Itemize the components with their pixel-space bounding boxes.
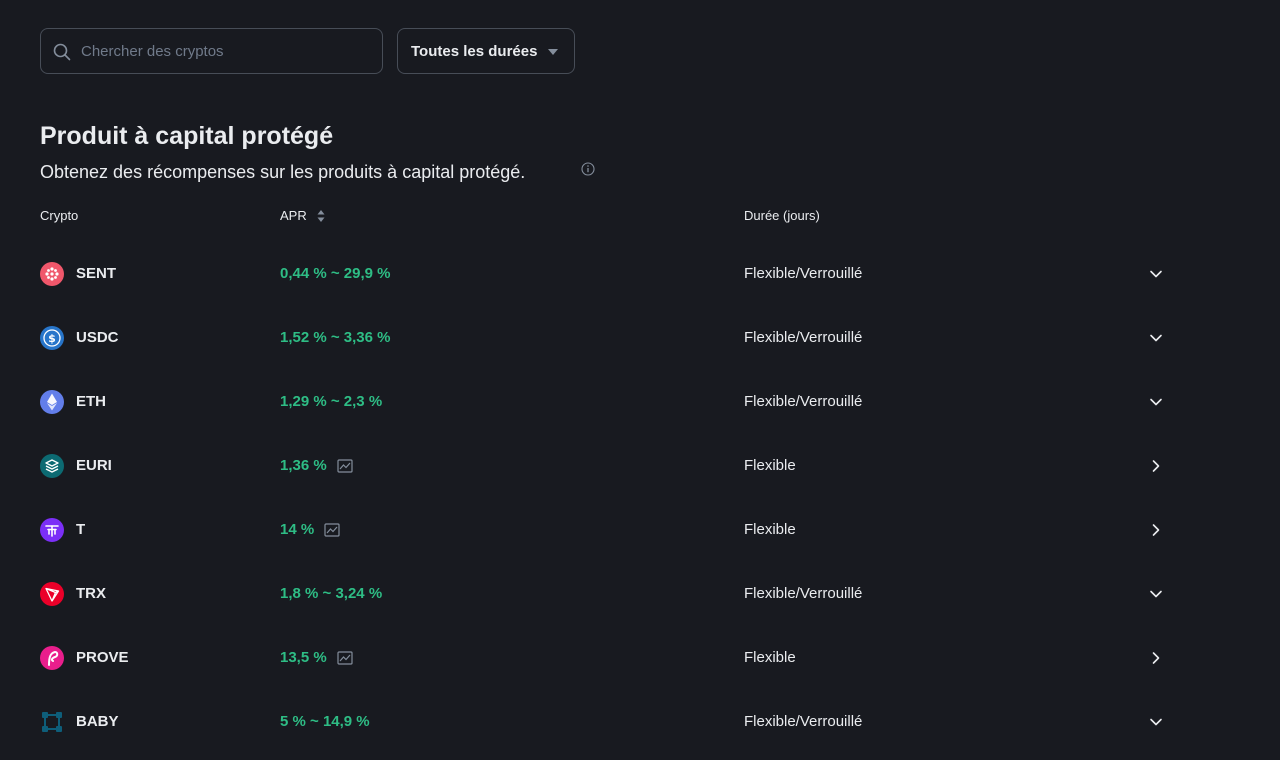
duration-value: Flexible <box>744 649 796 666</box>
table-row[interactable]: TRX 1,8 % ~ 3,24 % Flexible/Verrouillé <box>0 562 1280 626</box>
chart-icon[interactable] <box>324 523 340 537</box>
apr-value: 14 % <box>280 520 340 540</box>
chevron-right-icon[interactable] <box>1148 522 1164 538</box>
svg-text:$: $ <box>48 332 56 345</box>
search-icon <box>53 43 71 61</box>
apr-text: 13,5 % <box>280 649 327 666</box>
duration-filter-label: Toutes les durées <box>411 43 538 60</box>
apr-text: 1,29 % ~ 2,3 % <box>280 393 383 410</box>
table-row[interactable]: PROVE 13,5 % Flexible <box>0 626 1280 690</box>
crypto-symbol: T <box>76 521 86 538</box>
table-row[interactable]: BABY 5 % ~ 14,9 % Flexible/Verrouillé <box>0 690 1280 754</box>
apr-value: 0,44 % ~ 29,9 % <box>280 264 391 284</box>
duration-value: Flexible/Verrouillé <box>744 585 863 602</box>
crypto-symbol: ETH <box>76 393 106 410</box>
duration-value: Flexible/Verrouillé <box>744 265 863 282</box>
apr-value: 1,29 % ~ 2,3 % <box>280 392 382 412</box>
crypto-symbol: PROVE <box>76 649 129 666</box>
apr-value: 5 % ~ 14,9 % <box>280 712 370 732</box>
usdc-icon: $ <box>40 326 64 350</box>
euri-icon <box>40 454 64 478</box>
page-title: Produit à capital protégé <box>40 122 334 150</box>
earn-page: Toutes les durées Produit à capital prot… <box>0 0 1280 760</box>
crypto-symbol: EURI <box>76 457 112 474</box>
chart-icon[interactable] <box>337 459 353 473</box>
apr-text: 1,8 % ~ 3,24 % <box>280 585 383 602</box>
apr-value: 1,8 % ~ 3,24 % <box>280 584 382 604</box>
t-icon <box>40 518 64 542</box>
crypto-symbol: SENT <box>76 265 117 282</box>
apr-value: 1,36 % <box>280 456 353 476</box>
baby-icon <box>42 712 62 732</box>
duration-value: Flexible <box>744 521 796 538</box>
duration-value: Flexible/Verrouillé <box>744 393 863 410</box>
sent-icon <box>40 262 64 286</box>
crypto-symbol: USDC <box>76 329 119 346</box>
crypto-symbol: TRX <box>76 585 106 602</box>
sort-icon[interactable] <box>317 209 325 223</box>
chart-icon[interactable] <box>337 651 353 665</box>
chevron-down-icon[interactable] <box>1148 714 1164 730</box>
duration-value: Flexible/Verrouillé <box>744 329 863 346</box>
table-row[interactable]: ETH 1,29 % ~ 2,3 % Flexible/Verrouillé <box>0 370 1280 434</box>
crypto-symbol: BABY <box>76 713 119 730</box>
duration-filter-dropdown[interactable]: Toutes les durées <box>397 28 575 74</box>
chevron-right-icon[interactable] <box>1148 458 1164 474</box>
apr-text: 0,44 % ~ 29,9 % <box>280 265 391 282</box>
apr-text: 1,52 % ~ 3,36 % <box>280 329 391 346</box>
column-header-apr-label: APR <box>280 208 307 223</box>
prove-icon <box>40 646 64 670</box>
apr-value: 1,52 % ~ 3,36 % <box>280 328 391 348</box>
table-row[interactable]: $ USDC 1,52 % ~ 3,36 % Flexible/Verrouil… <box>0 306 1280 370</box>
chevron-down-icon[interactable] <box>1148 394 1164 410</box>
duration-value: Flexible/Verrouillé <box>744 713 863 730</box>
column-header-apr[interactable]: APR <box>280 208 325 224</box>
chevron-down-icon[interactable] <box>1148 330 1164 346</box>
apr-value: 13,5 % <box>280 648 353 668</box>
info-icon[interactable] <box>581 162 595 176</box>
apr-text: 14 % <box>280 521 315 538</box>
eth-icon <box>40 390 64 414</box>
column-header-crypto: Crypto <box>40 208 79 223</box>
chevron-down-icon[interactable] <box>1148 586 1164 602</box>
caret-down-icon <box>548 49 558 55</box>
table-row[interactable]: EURI 1,36 % Flexible <box>0 434 1280 498</box>
chevron-right-icon[interactable] <box>1148 650 1164 666</box>
chevron-down-icon[interactable] <box>1148 266 1164 282</box>
duration-value: Flexible <box>744 457 796 474</box>
search-box[interactable] <box>40 28 383 74</box>
table-row[interactable]: T 14 % Flexible <box>0 498 1280 562</box>
page-subtitle: Obtenez des récompenses sur les produits… <box>40 162 526 182</box>
table-row[interactable]: SENT 0,44 % ~ 29,9 % Flexible/Verrouillé <box>0 242 1280 306</box>
trx-icon <box>40 582 64 606</box>
apr-text: 1,36 % <box>280 457 327 474</box>
search-input[interactable] <box>81 29 376 73</box>
column-header-duration: Durée (jours) <box>744 208 820 223</box>
apr-text: 5 % ~ 14,9 % <box>280 713 370 730</box>
